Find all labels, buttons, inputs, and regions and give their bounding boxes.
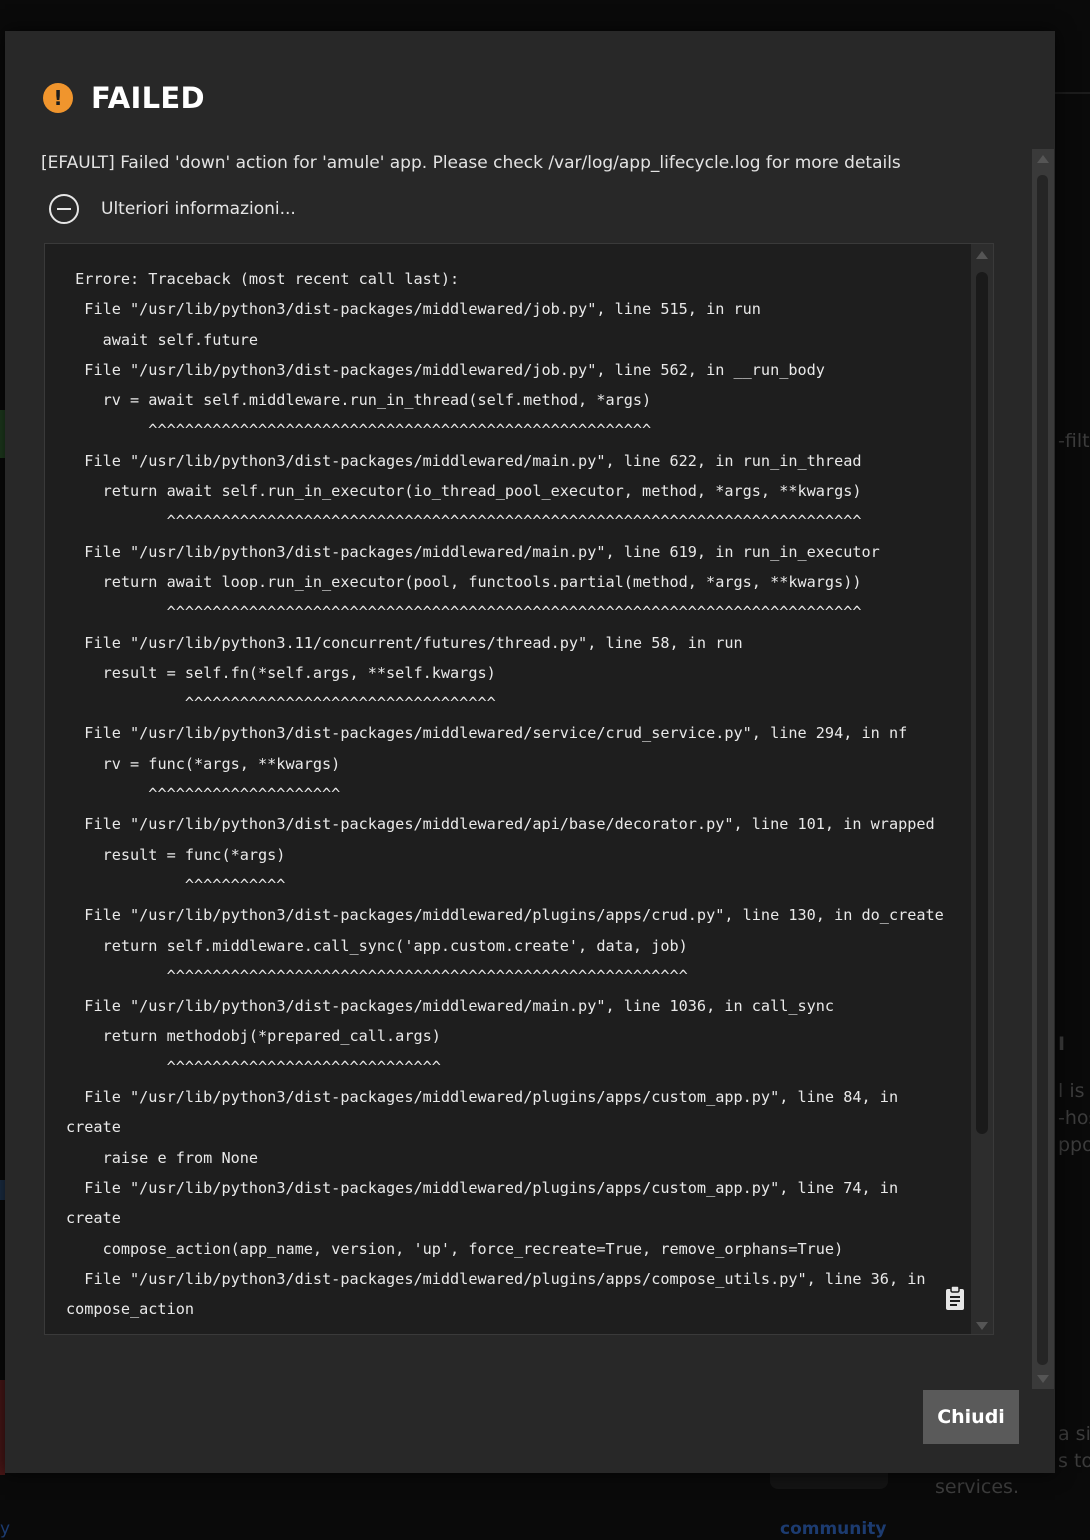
minus-circle-icon [49,194,79,224]
dialog-scrollbar[interactable] [1032,149,1054,1389]
warning-circle-icon: ! [43,83,73,113]
dialog-scroll-down-icon[interactable] [1037,1375,1049,1383]
dialog-header: ! FAILED [43,81,205,115]
traceback-text: Errore: Traceback (most recent call last… [66,270,944,1319]
background-fragment: s to [1058,1450,1090,1472]
dialog-title: FAILED [91,81,205,115]
scroll-up-arrow-icon[interactable] [976,251,988,259]
more-info-toggle[interactable]: Ulteriori informazioni... [49,194,296,224]
scroll-down-arrow-icon[interactable] [976,1322,988,1330]
dialog-scroll-thumb[interactable] [1037,175,1048,1365]
background-fragment: -filt [1058,430,1090,452]
close-button[interactable]: Chiudi [923,1390,1019,1444]
more-info-label: Ulteriori informazioni... [101,199,296,219]
error-dialog: ! FAILED [EFAULT] Failed 'down' action f… [5,31,1055,1473]
dialog-scroll-up-icon[interactable] [1037,155,1049,163]
traceback-scroll-thumb[interactable] [976,272,988,1134]
background-community-link[interactable]: community [780,1519,886,1539]
error-message: [EFAULT] Failed 'down' action for 'amule… [41,153,901,173]
traceback-panel: Errore: Traceback (most recent call last… [44,243,994,1335]
traceback-scrollbar[interactable] [971,244,993,1334]
clipboard-copy-icon[interactable] [944,1285,966,1311]
background-fragment: -hos [1058,1107,1090,1129]
background-header-bar [1055,92,1090,94]
background-fragment: a si [1058,1423,1090,1445]
background-fragment: l is [1058,1080,1085,1102]
background-fragment: services. [935,1476,1019,1498]
background-fragment: I [1058,1033,1066,1055]
background-button-shadow [770,1473,888,1489]
background-fragment: ppo [1058,1134,1090,1156]
background-fragment: y [0,1519,11,1539]
